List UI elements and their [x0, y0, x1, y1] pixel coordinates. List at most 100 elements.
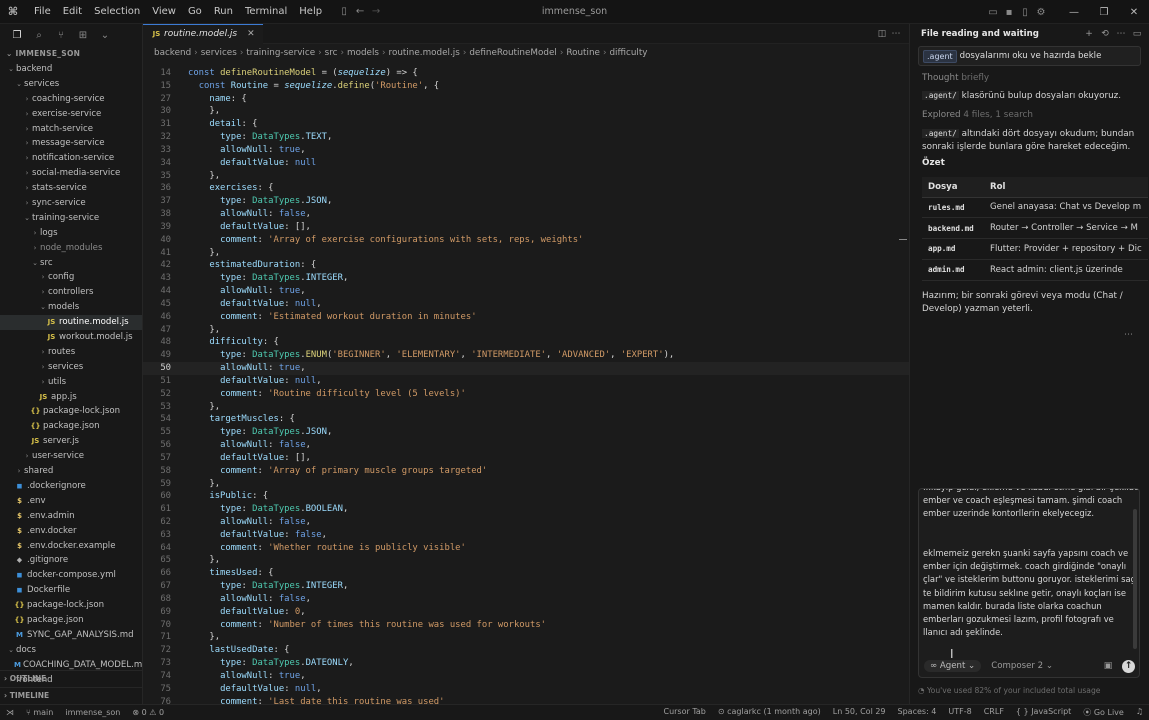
code-line[interactable]: 66 timesUsed: { [143, 567, 909, 580]
code-line[interactable]: 69 defaultValue: 0, [143, 606, 909, 619]
workspace-name[interactable]: immense_son [59, 708, 126, 717]
code-line[interactable]: 55 type: DataTypes.JSON, [143, 426, 909, 439]
source-control-icon[interactable]: ⑂ [50, 30, 72, 41]
thought-indicator[interactable]: Thought briefly [910, 72, 1149, 85]
chevron-right-icon[interactable]: › [38, 345, 48, 360]
code-line[interactable]: 33 allowNull: true, [143, 144, 909, 157]
message-more-icon[interactable]: ⋯ [1124, 330, 1133, 340]
chevron-down-icon[interactable]: ⌄ [6, 643, 16, 658]
code-line[interactable]: 76 comment: 'Last date this routine was … [143, 696, 909, 704]
code-line[interactable]: 68 allowNull: false, [143, 593, 909, 606]
chevron-down-icon[interactable]: ⌄ [6, 62, 16, 77]
chat-icon[interactable]: ▪ [1001, 7, 1017, 18]
git-blame[interactable]: ⊙ caglarkc (1 month ago) [712, 707, 827, 718]
chevron-right-icon[interactable]: › [22, 107, 32, 122]
layout-panel-icon[interactable]: ▭ [985, 7, 1001, 18]
chevron-right-icon[interactable]: › [30, 241, 40, 256]
tree-folder[interactable]: ⌄ src [0, 256, 142, 271]
breadcrumb-item[interactable]: defineRoutineModel [469, 48, 557, 58]
code-line[interactable]: 39 defaultValue: [], [143, 221, 909, 234]
tree-folder[interactable]: ⌄ backend [0, 62, 142, 77]
tree-folder[interactable]: › stats-service [0, 181, 142, 196]
tree-folder[interactable]: › routes [0, 345, 142, 360]
chevron-down-icon[interactable]: ⌄ [22, 211, 32, 226]
toggle-panel-icon[interactable]: ▭ [1129, 29, 1145, 39]
tree-folder[interactable]: › node_modules [0, 241, 142, 256]
split-editor-icon[interactable]: ◫ [875, 29, 889, 39]
code-line[interactable]: 45 defaultValue: null, [143, 298, 909, 311]
code-line[interactable]: 51 defaultValue: null, [143, 375, 909, 388]
more-actions-icon[interactable]: ⋯ [889, 29, 903, 39]
tree-folder[interactable]: › social-media-service [0, 166, 142, 181]
close-tab-icon[interactable]: ✕ [247, 29, 255, 39]
editor-tab-routine-model[interactable]: JS routine.model.js ✕ [143, 24, 263, 44]
code-line[interactable]: 50 allowNull: true, [143, 362, 909, 375]
code-line[interactable]: 54 targetMuscles: { [143, 413, 909, 426]
more-chevron-down-icon[interactable]: ⌄ [94, 30, 116, 41]
tree-file[interactable]: JS routine.model.js [0, 315, 142, 331]
tree-folder[interactable]: › utils [0, 375, 142, 390]
indentation[interactable]: Spaces: 4 [892, 707, 943, 718]
chevron-right-icon[interactable]: › [22, 136, 32, 151]
chevron-right-icon[interactable]: › [38, 270, 48, 285]
tree-folder[interactable]: › exercise-service [0, 107, 142, 122]
tree-folder[interactable]: ⌄ services [0, 77, 142, 92]
chevron-down-icon[interactable]: ⌄ [14, 77, 24, 92]
chevron-right-icon[interactable]: › [22, 151, 32, 166]
code-line[interactable]: 37 type: DataTypes.JSON, [143, 195, 909, 208]
code-line[interactable]: 14 const defineRoutineModel = (sequelize)… [143, 67, 909, 80]
tree-file[interactable]: {} package.json [0, 419, 142, 434]
send-arrow-icon[interactable]: ↑ [1122, 659, 1135, 673]
tree-file[interactable]: $ .env.docker [0, 524, 142, 539]
breadcrumb-item[interactable]: difficulty [609, 48, 647, 58]
menu-selection[interactable]: Selection [88, 0, 146, 24]
tree-folder[interactable]: › shared [0, 464, 142, 479]
tree-folder[interactable]: ⌄ docs [0, 643, 142, 658]
layout-icon[interactable]: ▯ [1017, 7, 1033, 18]
go-live-button[interactable]: ⦿ Go Live [1077, 707, 1130, 718]
outline-section[interactable]: › OUTLINE [0, 670, 142, 685]
cursor-tab-status[interactable]: Cursor Tab [657, 707, 711, 718]
code-line[interactable]: 74 allowNull: true, [143, 670, 909, 683]
code-line[interactable]: 65 }, [143, 554, 909, 567]
code-line[interactable]: 64 comment: 'Whether routine is publicly… [143, 542, 909, 555]
search-icon[interactable]: ⌕ [28, 30, 50, 41]
back-arrow-icon[interactable]: ← [352, 6, 368, 17]
tree-folder[interactable]: › user-service [0, 449, 142, 464]
tree-folder[interactable]: › notification-service [0, 151, 142, 166]
cursor-position[interactable]: Ln 50, Col 29 [827, 707, 892, 718]
menu-help[interactable]: Help [293, 0, 328, 24]
code-line[interactable]: 60 isPublic: { [143, 490, 909, 503]
code-line[interactable]: 58 comment: 'Array of primary muscle gro… [143, 465, 909, 478]
forward-arrow-icon[interactable]: → [368, 6, 384, 17]
code-line[interactable]: 41 }, [143, 247, 909, 260]
code-line[interactable]: 46 comment: 'Estimated workout duration … [143, 311, 909, 324]
chevron-right-icon[interactable]: › [38, 375, 48, 390]
minimize-icon[interactable]: — [1059, 7, 1089, 18]
tree-file[interactable]: {} package.json [0, 613, 142, 628]
code-line[interactable]: 38 allowNull: false, [143, 208, 909, 221]
chevron-down-icon[interactable]: ⌄ [30, 256, 40, 271]
tree-file[interactable]: JS server.js [0, 434, 142, 449]
code-line[interactable]: 61 type: DataTypes.BOOLEAN, [143, 503, 909, 516]
code-line[interactable]: 59 }, [143, 478, 909, 491]
tree-file[interactable]: ◼ .dockerignore [0, 479, 142, 494]
tree-file[interactable]: $ .env [0, 494, 142, 509]
code-line[interactable]: 30 }, [143, 105, 909, 118]
tree-file[interactable]: ◼ Dockerfile [0, 583, 142, 598]
breadcrumb-item[interactable]: src [325, 48, 338, 58]
branch-indicator[interactable]: ⑂ main [20, 708, 59, 717]
notifications-bell-icon[interactable]: ♫ [1130, 707, 1149, 718]
toggle-sidebar-icon[interactable]: ▯ [336, 6, 352, 17]
language-mode[interactable]: { } JavaScript [1010, 707, 1077, 718]
code-line[interactable]: 47 }, [143, 324, 909, 337]
tree-folder[interactable]: ⌄ models [0, 300, 142, 315]
tree-file[interactable]: JS workout.model.js [0, 330, 142, 345]
tree-file[interactable]: M SYNC_GAP_ANALYSIS.md [0, 628, 142, 643]
chevron-right-icon[interactable]: › [22, 92, 32, 107]
tree-file[interactable]: $ .env.admin [0, 509, 142, 524]
code-line[interactable]: 43 type: DataTypes.INTEGER, [143, 272, 909, 285]
tree-folder[interactable]: › logs [0, 226, 142, 241]
tree-folder[interactable]: › message-service [0, 136, 142, 151]
encoding[interactable]: UTF-8 [942, 707, 977, 718]
